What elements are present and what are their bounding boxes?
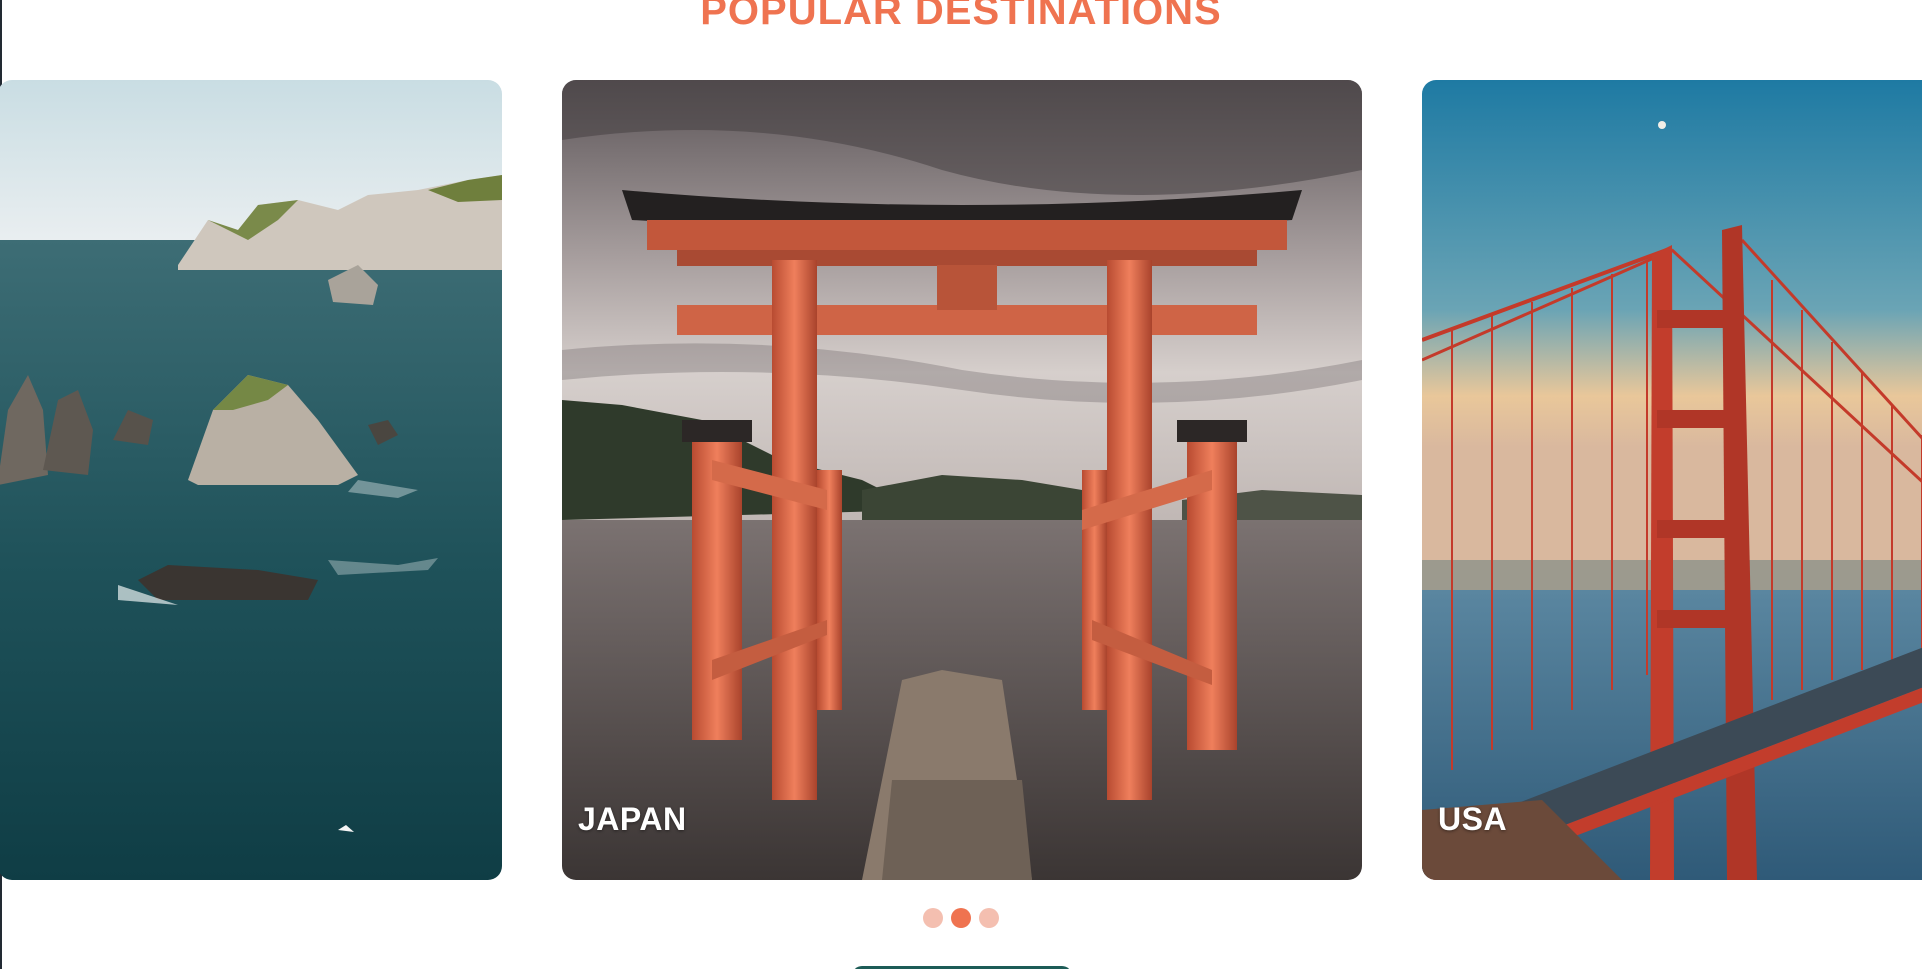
pagination-dot-3[interactable]	[979, 908, 999, 928]
pagination-dot-1[interactable]	[923, 908, 943, 928]
destination-label-japan: JAPAN	[578, 801, 687, 837]
pagination-dot-2[interactable]	[951, 908, 971, 928]
section-title: POPULAR DESTINATIONS	[700, 0, 1222, 33]
page: POPULAR DESTINATIONS JAPAN USA	[0, 0, 1922, 969]
coast-photo	[0, 80, 502, 880]
destinations-carousel[interactable]: JAPAN USA	[0, 80, 1922, 880]
usa-photo	[1422, 80, 1922, 880]
destination-card-usa[interactable]: USA	[1422, 80, 1922, 880]
japan-photo	[562, 80, 1362, 880]
destination-label-usa: USA	[1438, 801, 1508, 837]
carousel-pagination	[0, 908, 1922, 928]
destination-card-japan[interactable]: JAPAN	[562, 80, 1362, 880]
destination-card-coast[interactable]	[0, 80, 502, 880]
